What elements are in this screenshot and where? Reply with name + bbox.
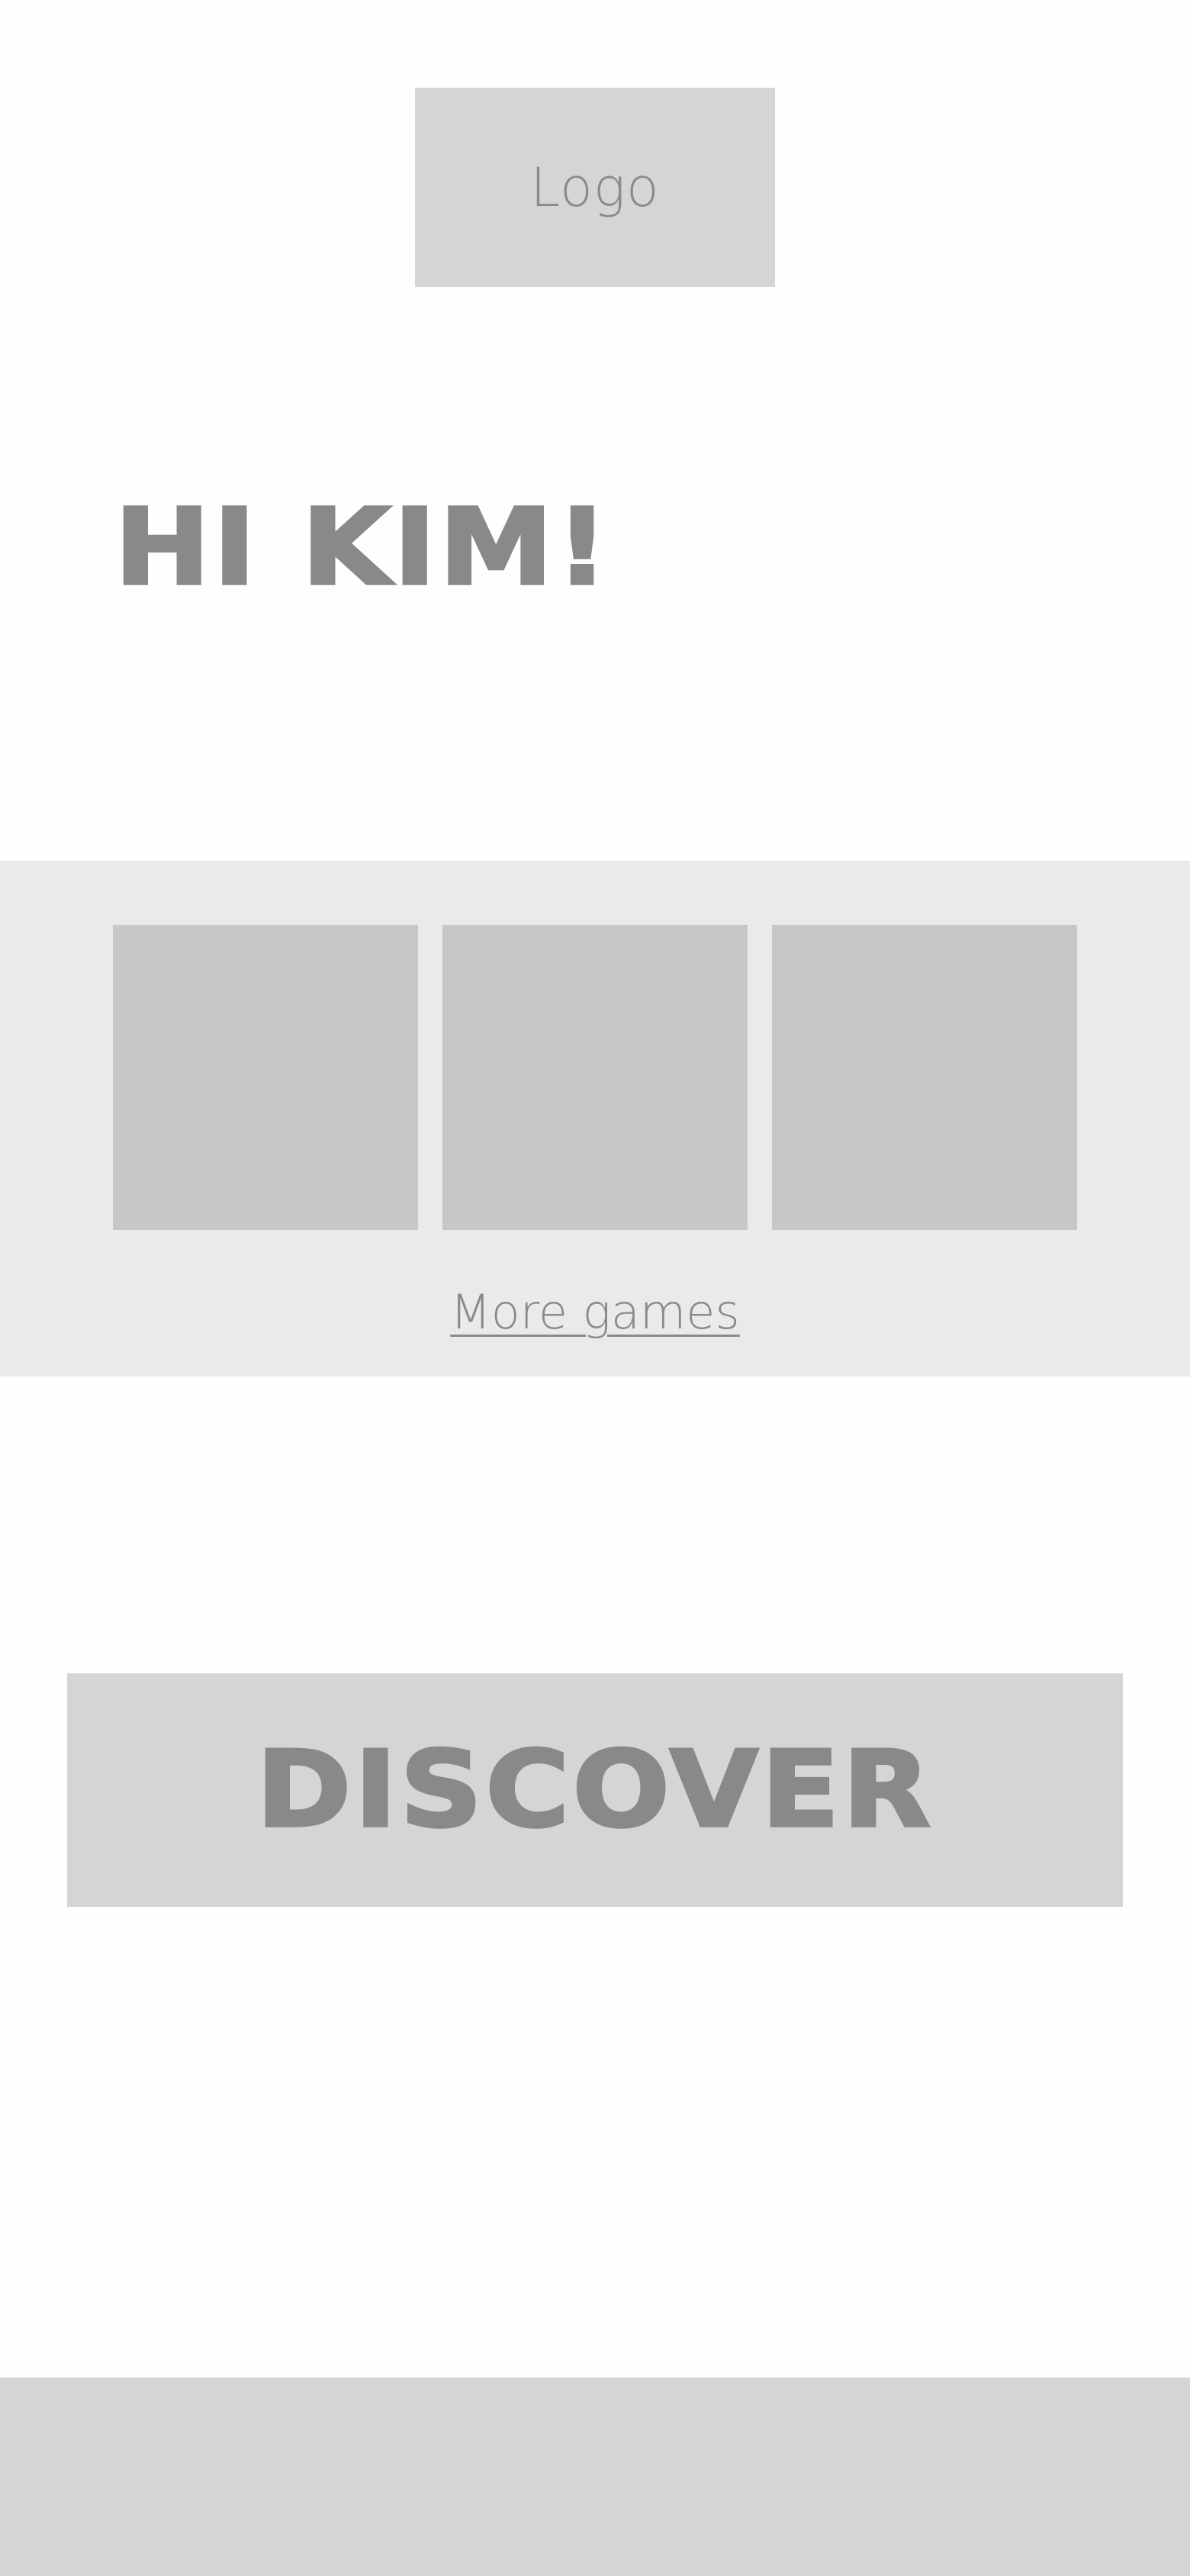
games-section: More games xyxy=(0,861,1190,1377)
discover-button[interactable]: DISCOVER xyxy=(67,1673,1123,1907)
discover-button-label: DISCOVER xyxy=(255,1728,934,1853)
game-tile-1[interactable] xyxy=(113,925,418,1230)
more-games-link[interactable]: More games xyxy=(0,1284,1190,1340)
greeting-heading: HI KIM! xyxy=(113,485,612,610)
game-tile-2[interactable] xyxy=(442,925,748,1230)
game-tile-3[interactable] xyxy=(772,925,1077,1230)
logo-text: Logo xyxy=(530,156,660,219)
footer xyxy=(0,2378,1190,2576)
logo[interactable]: Logo xyxy=(415,88,775,287)
